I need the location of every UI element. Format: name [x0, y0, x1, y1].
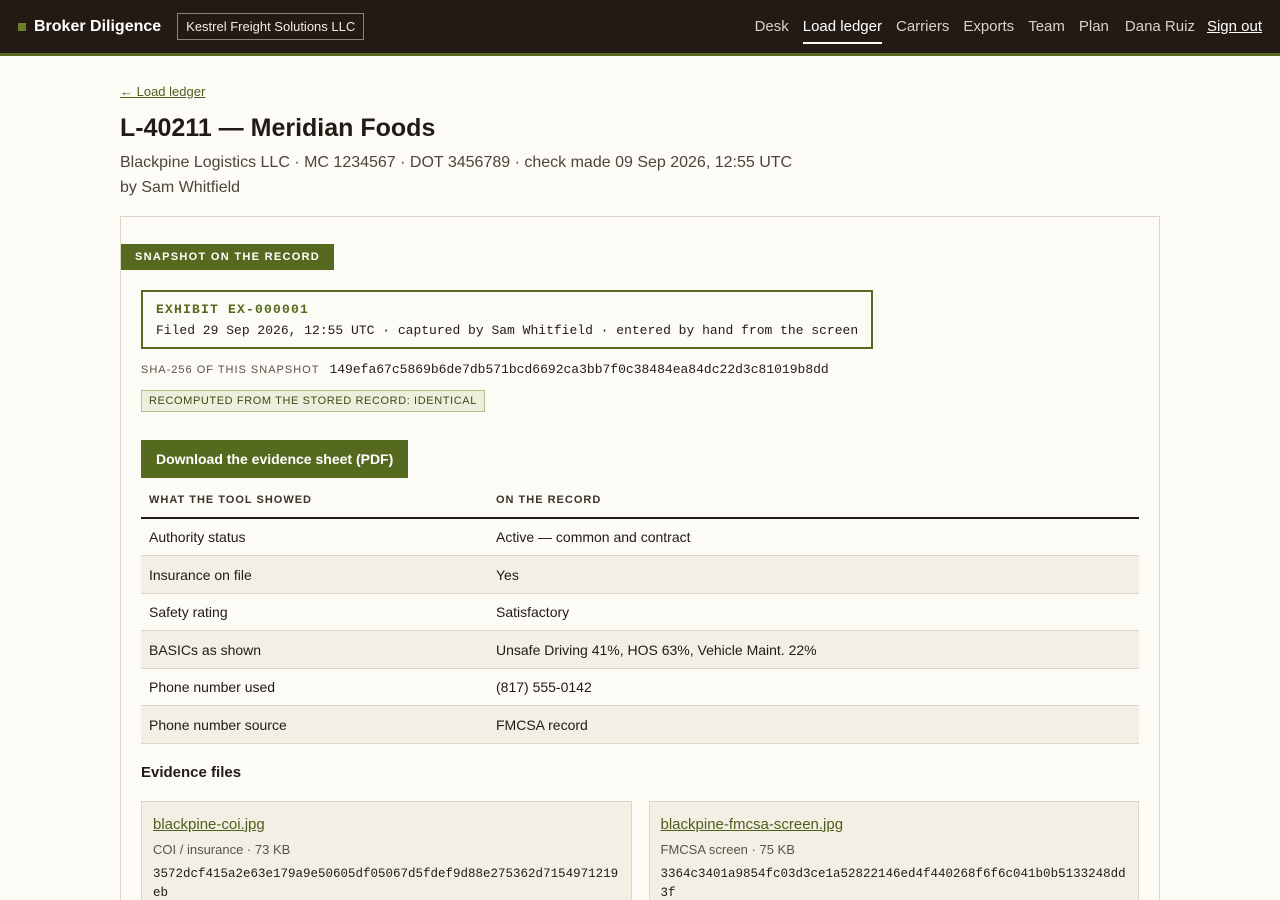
table-row: Phone number used (817) 555-0142: [141, 668, 1139, 707]
row-label: Authority status: [141, 518, 488, 557]
main-nav: Desk Load ledger Carriers Exports Team P…: [755, 12, 1262, 44]
row-label: BASICs as shown: [141, 630, 488, 669]
file-link[interactable]: blackpine-fmcsa-screen.jpg: [661, 816, 844, 833]
row-label: Safety rating: [141, 593, 488, 632]
hash-row: SHA-256 OF THIS SNAPSHOT 149efa67c5869b6…: [141, 362, 1139, 377]
row-value: Active — common and contract: [488, 518, 1139, 557]
row-value: Yes: [488, 555, 1139, 594]
table-row: Authority status Active — common and con…: [141, 518, 1139, 557]
file-card: blackpine-fmcsa-screen.jpg FMCSA screen …: [648, 800, 1139, 900]
row-label: Phone number used: [141, 668, 488, 707]
table-row: Phone number source FMCSA record: [141, 705, 1139, 744]
file-hash: 3572dcf415a2e63e179a9e50605df05067d5fdef…: [153, 866, 619, 900]
exhibit-id: EXHIBIT EX-000001: [156, 302, 310, 318]
table-row: BASICs as shown Unsafe Driving 41%, HOS …: [141, 630, 1139, 669]
snapshot-panel: SNAPSHOT ON THE RECORD EXHIBIT EX-000001…: [120, 216, 1160, 900]
table-row: Safety rating Satisfactory: [141, 593, 1139, 632]
row-label: Insurance on file: [141, 555, 488, 594]
row-value: Satisfactory: [488, 593, 1139, 632]
user-name: Dana Ruiz: [1124, 18, 1195, 35]
evidence-files: blackpine-coi.jpg COI / insurance · 73 K…: [141, 800, 1139, 900]
org-switcher[interactable]: Kestrel Freight Solutions LLC: [177, 13, 365, 40]
brand-name: Broker Diligence: [34, 17, 162, 35]
file-meta: COI / insurance · 73 KB: [153, 841, 291, 857]
brand-mark-icon: [18, 22, 26, 31]
sign-out-link[interactable]: Sign out: [1207, 18, 1262, 35]
row-value: Unsafe Driving 41%, HOS 63%, Vehicle Mai…: [488, 630, 1139, 669]
nav-load-ledger[interactable]: Load ledger: [802, 12, 883, 44]
row-value: FMCSA record: [488, 705, 1139, 744]
nav-exports[interactable]: Exports: [963, 12, 1014, 41]
hash-label: SHA-256 OF THIS SNAPSHOT: [141, 363, 320, 376]
record-table: WHAT THE TOOL SHOWED ON THE RECORD Autho…: [141, 494, 1139, 744]
row-label: Phone number source: [141, 705, 488, 744]
file-hash: 3364c3401a9854fc03d3ce1a52822146ed4f4402…: [660, 866, 1126, 900]
top-bar: Broker Diligence Kestrel Freight Solutio…: [0, 0, 1280, 56]
file-link[interactable]: blackpine-coi.jpg: [153, 816, 265, 833]
exhibit-meta: Filed 29 Sep 2026, 12:55 UTC · captured …: [156, 323, 859, 339]
back-link[interactable]: ← Load ledger: [120, 84, 205, 99]
nav-plan[interactable]: Plan: [1079, 12, 1109, 41]
section-tag: SNAPSHOT ON THE RECORD: [121, 244, 335, 271]
table-row: Insurance on file Yes: [141, 555, 1139, 594]
evidence-heading: Evidence files: [141, 763, 242, 781]
column-header: WHAT THE TOOL SHOWED: [141, 494, 488, 520]
page-title: L-40211 — Meridian Foods: [120, 114, 436, 142]
nav-carriers[interactable]: Carriers: [896, 12, 949, 41]
file-card: blackpine-coi.jpg COI / insurance · 73 K…: [141, 800, 632, 900]
nav-desk[interactable]: Desk: [755, 12, 789, 41]
brand[interactable]: Broker Diligence: [18, 18, 161, 36]
column-header: ON THE RECORD: [488, 494, 1139, 520]
hash-value: 149efa67c5869b6de7db571bcd6692ca3bb7f0c3…: [329, 362, 829, 378]
main-content: ← Load ledger L-40211 — Meridian Foods B…: [120, 56, 1160, 900]
row-value: (817) 555-0142: [488, 668, 1139, 707]
download-pdf-button[interactable]: Download the evidence sheet (PDF): [141, 440, 409, 479]
exhibit-box: EXHIBIT EX-000001 Filed 29 Sep 2026, 12:…: [141, 290, 874, 350]
nav-team[interactable]: Team: [1028, 12, 1065, 41]
verify-badge: RECOMPUTED FROM THE STORED RECORD: IDENT…: [141, 390, 485, 413]
page-subtitle: Blackpine Logistics LLC · MC 1234567 · D…: [120, 154, 793, 197]
file-meta: FMCSA screen · 75 KB: [660, 841, 795, 857]
